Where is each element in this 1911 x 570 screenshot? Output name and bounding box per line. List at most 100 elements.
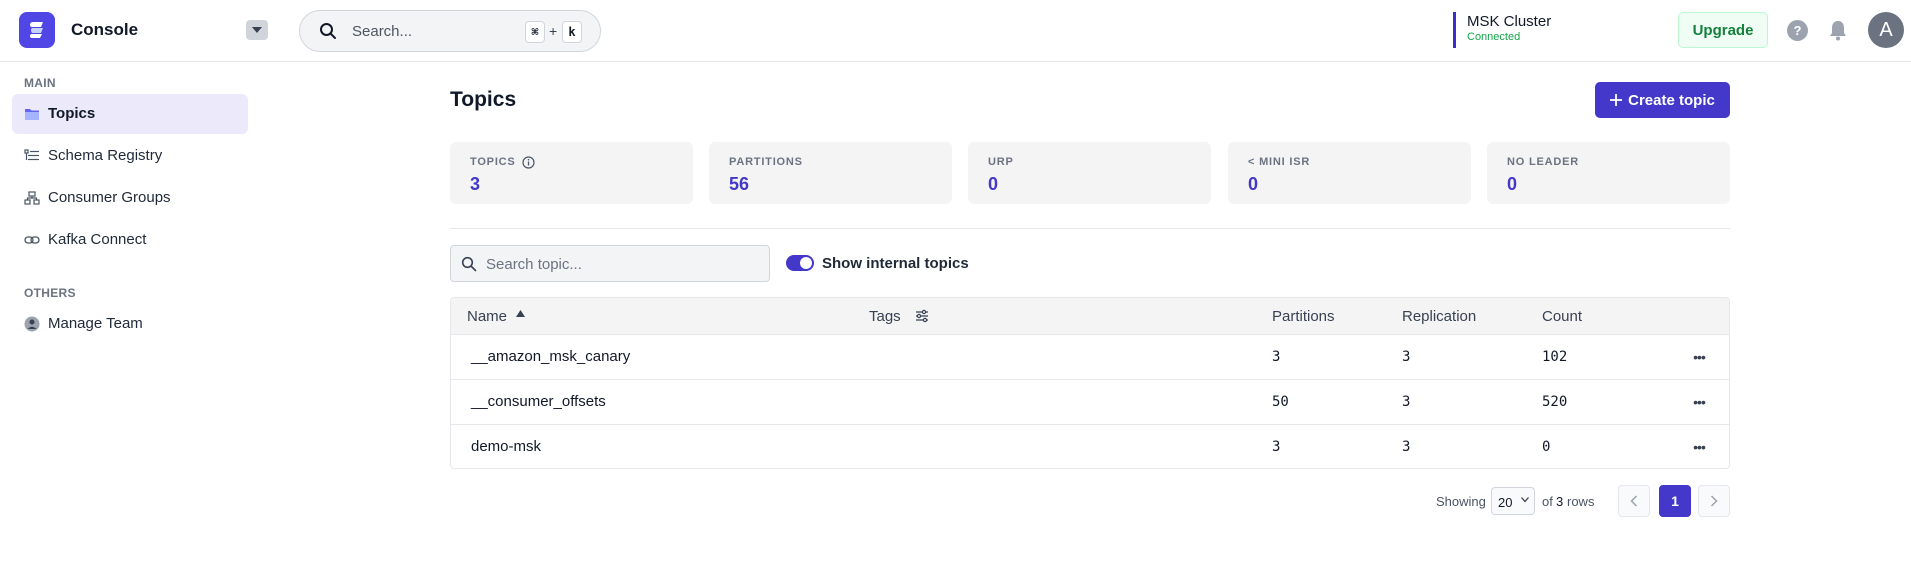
previous-page-button[interactable] <box>1618 485 1650 517</box>
show-internal-topics-label[interactable]: Show internal topics <box>822 255 969 272</box>
upgrade-button[interactable]: Upgrade <box>1678 12 1768 48</box>
table-header: Name Tags Partitions Replication Count <box>451 298 1729 335</box>
stat-card-urp: URP 0 <box>968 142 1211 204</box>
schema-icon <box>24 149 39 161</box>
topic-replication: 3 <box>1402 349 1411 365</box>
shortcut-plus: + <box>549 23 558 39</box>
topic-replication: 3 <box>1402 439 1411 455</box>
stat-card-partitions: PARTITIONS 56 <box>709 142 952 204</box>
topic-search-placeholder: Search topic... <box>486 256 582 273</box>
topic-partitions: 3 <box>1272 349 1281 365</box>
stat-value: 0 <box>1507 174 1518 194</box>
stat-label: < MINI ISR <box>1248 156 1311 168</box>
pagination-rows-label: rows <box>1567 494 1595 509</box>
more-options-icon[interactable]: ••• <box>1689 392 1709 412</box>
sidebar-item-topics[interactable]: Topics <box>12 94 248 134</box>
topic-partitions: 3 <box>1272 439 1281 455</box>
stat-card-min-isr: < MINI ISR 0 <box>1228 142 1471 204</box>
caret-down-icon <box>252 27 262 33</box>
chevron-right-icon <box>1710 495 1718 507</box>
sidebar-section-main: MAIN <box>24 76 56 90</box>
more-options-icon[interactable]: ••• <box>1689 437 1709 457</box>
notification-bell-icon[interactable] <box>1828 19 1848 41</box>
team-icon <box>24 316 40 332</box>
user-avatar[interactable]: A <box>1868 12 1904 48</box>
consumer-groups-icon <box>24 191 40 205</box>
topic-count: 102 <box>1542 349 1568 365</box>
stat-value: 56 <box>729 174 750 194</box>
sidebar-item-label: Manage Team <box>48 315 143 332</box>
cluster-name[interactable]: MSK Cluster <box>1467 13 1551 30</box>
shortcut-key-k: k <box>562 21 582 43</box>
top-header: Console Search... ⌘ + k MSK Cluster Conn… <box>0 0 1911 62</box>
create-topic-button[interactable]: Create topic <box>1595 82 1730 118</box>
sidebar-item-consumer-groups[interactable]: Consumer Groups <box>12 178 248 218</box>
stat-card-topics: TOPICS 3 <box>450 142 693 204</box>
folder-icon <box>25 109 39 120</box>
search-icon <box>461 256 477 272</box>
sidebar-item-label: Topics <box>48 105 96 122</box>
topic-name[interactable]: demo-msk <box>471 438 541 455</box>
stat-value: 0 <box>988 174 999 194</box>
page-size-value: 20 <box>1498 495 1513 510</box>
plus-icon <box>1610 94 1623 106</box>
table-row[interactable]: __amazon_msk_canary 3 3 102 ••• <box>451 335 1729 380</box>
stat-label: URP <box>988 156 1014 168</box>
shortcut-key-cmd: ⌘ <box>525 21 545 43</box>
topic-count: 520 <box>1542 394 1568 410</box>
sort-ascending-icon[interactable] <box>516 310 525 317</box>
divider <box>450 228 1730 229</box>
help-icon[interactable]: ? <box>1787 20 1808 41</box>
more-options-icon[interactable]: ••• <box>1689 347 1709 367</box>
topic-name[interactable]: __consumer_offsets <box>471 393 606 410</box>
chevron-down-icon <box>1521 497 1529 503</box>
sidebar-item-schema-registry[interactable]: Schema Registry <box>12 136 248 176</box>
sidebar-item-manage-team[interactable]: Manage Team <box>12 304 248 344</box>
cluster-indicator-bar <box>1453 12 1456 48</box>
sidebar: MAIN Topics Schema Registry Consumer Gro… <box>0 63 260 570</box>
toggle-knob <box>800 257 812 269</box>
chevron-left-icon <box>1630 495 1638 507</box>
stat-label: TOPICS <box>470 156 516 168</box>
filter-settings-icon[interactable] <box>915 309 929 323</box>
pagination-of-label: of <box>1542 494 1553 509</box>
column-header-replication[interactable]: Replication <box>1402 308 1476 325</box>
sidebar-item-label: Consumer Groups <box>48 189 171 206</box>
app-logo-icon[interactable] <box>19 12 55 48</box>
column-header-partitions[interactable]: Partitions <box>1272 308 1335 325</box>
sidebar-section-others: OTHERS <box>24 286 76 300</box>
info-icon[interactable] <box>522 156 535 169</box>
topic-count: 0 <box>1542 439 1551 455</box>
stat-value: 3 <box>470 174 481 194</box>
stat-value: 0 <box>1248 174 1259 194</box>
topic-replication: 3 <box>1402 394 1411 410</box>
app-title: Console <box>71 20 139 39</box>
topic-partitions: 50 <box>1272 394 1289 410</box>
app-switcher-dropdown[interactable] <box>246 20 268 40</box>
page-1-button[interactable]: 1 <box>1659 485 1691 517</box>
table-row[interactable]: demo-msk 3 3 0 ••• <box>451 425 1729 468</box>
column-header-tags: Tags <box>869 308 901 325</box>
topic-search-input[interactable]: Search topic... <box>450 245 770 282</box>
column-header-count[interactable]: Count <box>1542 308 1582 325</box>
global-search[interactable]: Search... ⌘ + k <box>299 10 601 52</box>
create-topic-label: Create topic <box>1628 91 1715 109</box>
topic-name[interactable]: __amazon_msk_canary <box>471 348 630 365</box>
stat-label: PARTITIONS <box>729 156 803 168</box>
show-internal-topics-toggle[interactable] <box>786 255 814 271</box>
topics-table: Name Tags Partitions Replication Count _… <box>450 297 1730 469</box>
page-title: Topics <box>450 88 517 111</box>
next-page-button[interactable] <box>1698 485 1730 517</box>
pagination-total-rows: 3 <box>1556 494 1564 509</box>
sidebar-item-label: Kafka Connect <box>48 231 147 248</box>
column-header-name[interactable]: Name <box>467 308 507 325</box>
stat-label: NO LEADER <box>1507 156 1579 168</box>
page-size-select[interactable]: 20 <box>1491 487 1535 515</box>
connect-icon <box>24 236 40 244</box>
global-search-placeholder: Search... <box>352 23 413 40</box>
sidebar-item-kafka-connect[interactable]: Kafka Connect <box>12 220 248 260</box>
cluster-status: Connected <box>1467 31 1521 43</box>
table-row[interactable]: __consumer_offsets 50 3 520 ••• <box>451 380 1729 425</box>
stat-card-no-leader: NO LEADER 0 <box>1487 142 1730 204</box>
sidebar-item-label: Schema Registry <box>48 147 163 164</box>
